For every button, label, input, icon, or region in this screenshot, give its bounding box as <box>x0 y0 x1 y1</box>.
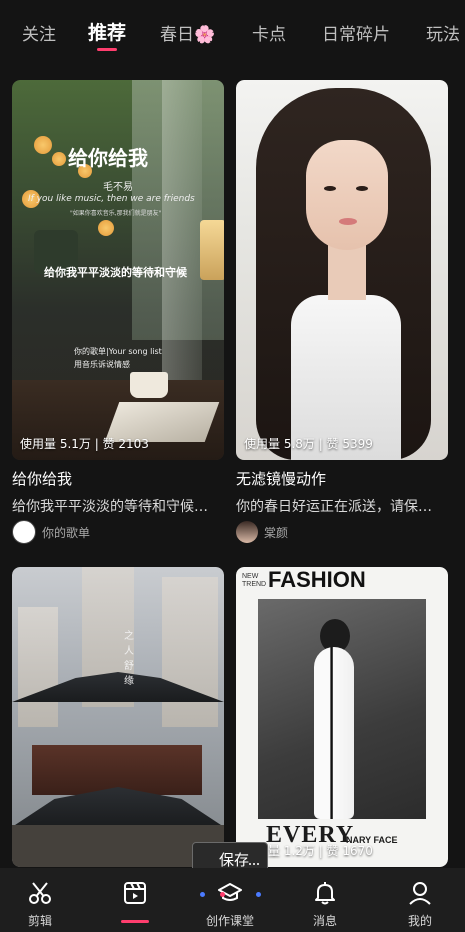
art-english-caption: If you like music, then we are friends <box>28 194 195 204</box>
nav-label: 创作课堂 <box>205 914 254 928</box>
thumbnail-eye <box>324 186 336 191</box>
nav-edit[interactable]: 剪辑 <box>0 868 80 932</box>
tab-spring-day[interactable]: 春日🌸 <box>160 20 215 45</box>
bell-icon <box>315 882 335 905</box>
art-song-list-line: 你的歌单|Your song list <box>74 347 162 356</box>
tab-following[interactable]: 关注 <box>22 20 56 45</box>
nav-profile[interactable]: 我的 <box>380 868 460 932</box>
thumbnail-lips <box>339 218 357 225</box>
art-song-list-line: 用音乐诉说情感 <box>74 360 130 369</box>
art-new-trend: NEW TREND <box>242 573 266 589</box>
art-small-caption: "如果你喜欢音乐,那我们就是朋友" <box>70 210 162 217</box>
tab-recommended[interactable]: 推荐 <box>88 18 126 45</box>
like-count: 赞 2103 <box>102 437 149 451</box>
nav-creator-class[interactable]: 创作课堂 <box>190 868 270 932</box>
like-count: 赞 5399 <box>326 437 373 451</box>
flower-decoration <box>98 220 114 236</box>
flower-decoration <box>52 152 66 166</box>
thumbnail-building <box>162 577 218 727</box>
clapper-icon <box>124 882 146 904</box>
tab-daily-fragments[interactable]: 日常碎片 <box>322 20 390 45</box>
more-dots-icon <box>257 863 259 865</box>
loading-dot <box>256 892 261 897</box>
nav-label: 我的 <box>407 914 432 928</box>
like-count: 赞 1670 <box>326 844 373 858</box>
loading-dot <box>220 892 225 897</box>
thumbnail-figure <box>314 647 354 819</box>
template-description: 给你我平平淡淡的等待和守候… <box>12 499 208 515</box>
flower-decoration <box>34 136 52 154</box>
tab-gameplay[interactable]: 玩法 <box>426 20 460 45</box>
template-thumbnail[interactable]: 使用量 5.8万 | 赞 5399 <box>236 80 448 460</box>
template-card[interactable]: 使用量 5.8万 | 赞 5399 无滤镜慢动作 你的春日好运正在派送，请保… … <box>236 80 448 550</box>
active-tab-indicator <box>97 48 117 51</box>
art-fashion-title: FASHION <box>268 567 366 592</box>
usage-count: 使用量 5.1万 <box>20 437 91 451</box>
template-title: 无滤镜慢动作 <box>236 470 327 488</box>
template-author[interactable]: 你的歌单 <box>12 520 90 544</box>
nav-label: 消息 <box>312 914 337 928</box>
template-author[interactable]: 棠颜 <box>236 520 288 544</box>
template-card[interactable]: NEW TREND FASHION EVERY NARY FACE 使用量 1.… <box>236 567 448 867</box>
thumbnail-curtain <box>162 80 202 380</box>
usage-stats: 使用量 5.8万 | 赞 5399 <box>244 437 373 451</box>
tab-beat-sync[interactable]: 卡点 <box>252 20 286 45</box>
thumbnail-face <box>306 140 388 250</box>
category-tabs: 关注 推荐 春日🌸 卡点 日常碎片 玩法 <box>0 0 465 62</box>
art-vertical-text: 之人舒缘 <box>124 631 134 687</box>
thumbnail-cup <box>130 372 168 398</box>
thumbnail-lamp <box>200 220 224 280</box>
art-artist: 毛不易 <box>103 182 133 193</box>
template-title: 给你给我 <box>12 470 73 488</box>
usage-count: 使用量 5.8万 <box>244 437 315 451</box>
template-card[interactable]: 之人舒缘 <box>12 567 224 867</box>
nav-label: 剪辑 <box>27 914 52 928</box>
template-description: 你的春日好运正在派送，请保… <box>236 499 432 515</box>
bottom-nav: 剪辑 创作课堂 消息 我的 <box>0 868 465 932</box>
loading-dot <box>200 892 205 897</box>
person-icon <box>409 882 431 905</box>
art-title: 给你给我 <box>68 146 148 170</box>
avatar <box>12 520 36 544</box>
nav-messages[interactable]: 消息 <box>285 868 365 932</box>
template-card[interactable]: 给你给我 毛不易 If you like music, then we are … <box>12 80 224 550</box>
author-name: 棠颜 <box>264 525 289 540</box>
loading-dots <box>198 892 266 898</box>
art-lyric-line: 给你我平平淡淡的等待和守候 <box>44 266 187 279</box>
art-trend-label: TREND <box>242 581 267 588</box>
thumbnail-building <box>18 607 58 727</box>
template-thumbnail[interactable]: NEW TREND FASHION EVERY NARY FACE 使用量 1.… <box>236 567 448 867</box>
active-nav-indicator <box>121 920 149 923</box>
avatar <box>236 521 258 543</box>
save-toast-label: 保存 <box>219 851 250 869</box>
art-song-list: 你的歌单|Your song list 用音乐诉说情感 <box>74 345 162 371</box>
author-name: 你的歌单 <box>42 525 91 540</box>
usage-stats: 使用量 5.1万 | 赞 2103 <box>20 437 149 451</box>
thumbnail-eye <box>356 186 368 191</box>
scissors-icon <box>29 882 51 904</box>
template-thumbnail[interactable]: 之人舒缘 <box>12 567 224 867</box>
template-thumbnail[interactable]: 给你给我 毛不易 If you like music, then we are … <box>12 80 224 460</box>
art-new-label: NEW <box>242 573 259 580</box>
